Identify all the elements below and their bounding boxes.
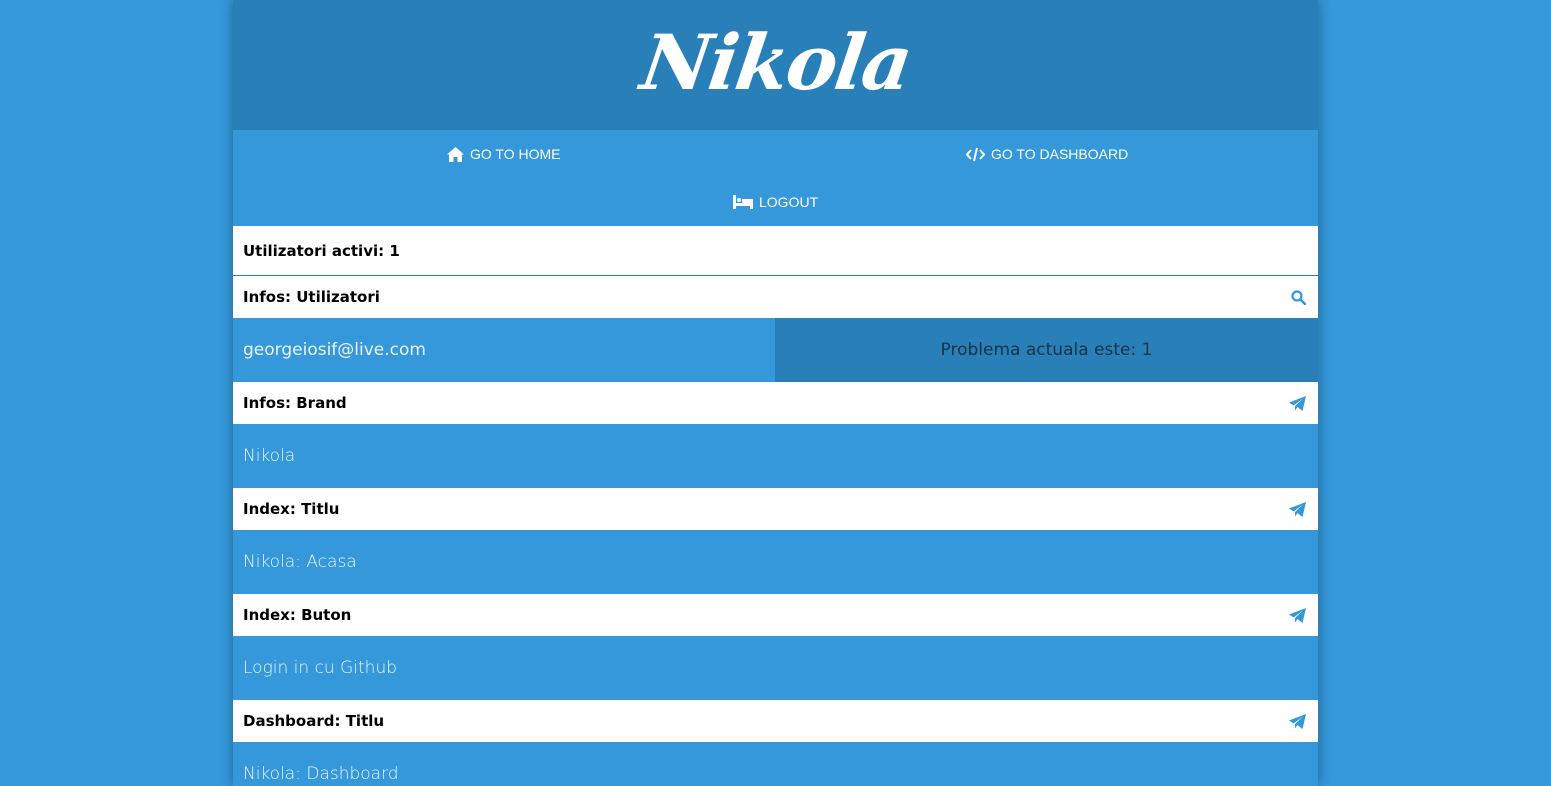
dashboard-title-section-value: Nikola: Dashboard: [233, 742, 1318, 786]
home-icon: [447, 146, 464, 162]
nav-logout[interactable]: LOGOUT: [733, 194, 818, 210]
page-container: Nikola GO TO HOME GO TO DASHBOARD LOGOUT…: [233, 0, 1318, 786]
index-title-section-value: Nikola: Acasa: [233, 530, 1318, 594]
brand-bar: Nikola: [233, 0, 1318, 130]
index-title-section-header: Index: Titlu: [233, 488, 1318, 530]
users-section-title: Infos: Utilizatori: [243, 288, 380, 306]
current-problem: Problema actuala este: 1: [775, 318, 1318, 382]
paper-plane-icon[interactable]: [1289, 607, 1306, 623]
users-section-body: georgeiosif@live.com Problema actuala es…: [233, 318, 1318, 382]
nav-logout-label: LOGOUT: [759, 194, 819, 210]
paper-plane-icon[interactable]: [1289, 713, 1306, 729]
index-button-section-header: Index: Buton: [233, 594, 1318, 636]
nav-go-to-dashboard[interactable]: GO TO DASHBOARD: [966, 146, 1128, 162]
nav-go-to-home[interactable]: GO TO HOME: [447, 146, 561, 162]
nav-home-label: GO TO HOME: [470, 146, 561, 162]
active-users-label: Utilizatori activi: 1: [243, 241, 400, 260]
paper-plane-icon[interactable]: [1289, 395, 1306, 411]
index-button-section-value: Login in cu Github: [233, 636, 1318, 700]
user-email: georgeiosif@live.com: [233, 318, 775, 382]
nav-dashboard-label: GO TO DASHBOARD: [991, 146, 1129, 162]
dashboard-title-section-header: Dashboard: Titlu: [233, 700, 1318, 742]
paper-plane-icon[interactable]: [1289, 501, 1306, 517]
index-button-section-title: Index: Buton: [243, 606, 352, 624]
active-users-bar: Utilizatori activi: 1: [233, 226, 1318, 276]
brand-section-value: Nikola: [233, 424, 1318, 488]
brand-section-title: Infos: Brand: [243, 394, 347, 412]
brand-logo[interactable]: Nikola: [635, 18, 915, 107]
users-section-header: Infos: Utilizatori: [233, 276, 1318, 318]
dashboard-title-section-title: Dashboard: Titlu: [243, 712, 385, 730]
main-nav: GO TO HOME GO TO DASHBOARD LOGOUT: [233, 130, 1318, 226]
search-icon[interactable]: [1291, 289, 1306, 305]
brand-section-header: Infos: Brand: [233, 382, 1318, 424]
code-icon: [966, 147, 985, 162]
index-title-section-title: Index: Titlu: [243, 500, 340, 518]
bed-icon: [733, 195, 753, 209]
